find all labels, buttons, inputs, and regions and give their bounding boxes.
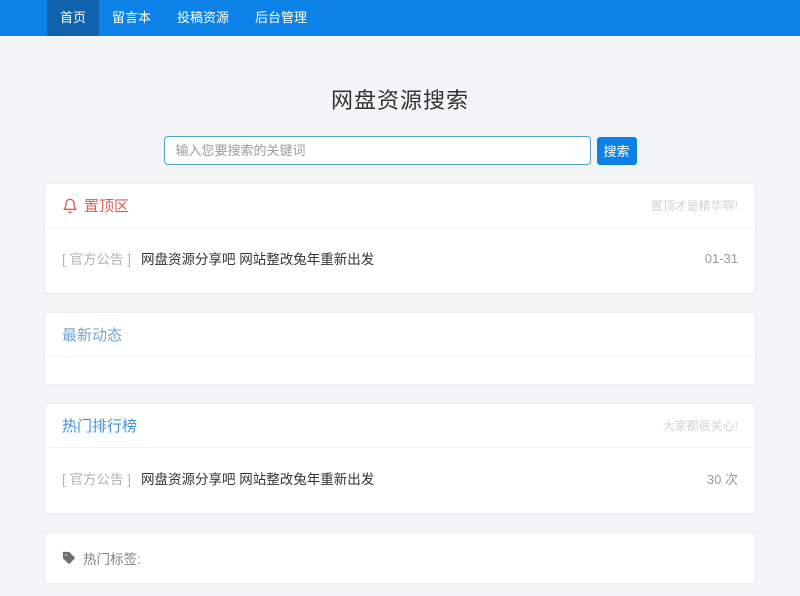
hot-tags-row: 热门标签: (45, 533, 755, 583)
hot-rank-card-title: 热门排行榜 (62, 415, 137, 436)
announcement-title[interactable]: 网盘资源分享吧 网站整改兔年重新出发 (141, 248, 705, 268)
bell-icon (62, 198, 78, 214)
latest-card-title: 最新动态 (62, 324, 122, 345)
hot-announcement-row[interactable]: [ 官方公告 ] 网盘资源分享吧 网站整改兔年重新出发 30 次 (45, 448, 755, 513)
nav-item-guestbook[interactable]: 留言本 (99, 0, 164, 36)
hot-rank-card-header: 热门排行榜 大家都很关心! (45, 404, 755, 448)
announcement-category: [ 官方公告 ] (62, 248, 131, 268)
announcement-category: [ 官方公告 ] (62, 468, 131, 488)
nav-item-home[interactable]: 首页 (47, 0, 99, 36)
announcement-date: 01-31 (705, 251, 738, 266)
announcement-view-count: 30 次 (707, 469, 738, 488)
nav-item-admin[interactable]: 后台管理 (242, 0, 320, 36)
navbar: 首页 留言本 投稿资源 后台管理 (0, 0, 800, 36)
announcement-title[interactable]: 网盘资源分享吧 网站整改兔年重新出发 (141, 468, 707, 488)
search-button[interactable]: 搜索 (597, 137, 637, 165)
hot-tags-label: 热门标签: (83, 548, 141, 568)
latest-card-empty-body (45, 357, 755, 384)
hot-rank-card-subtitle: 大家都很关心! (663, 417, 738, 434)
pinned-announcement-row[interactable]: [ 官方公告 ] 网盘资源分享吧 网站整改兔年重新出发 01-31 (45, 228, 755, 293)
pinned-card: 置顶区 置顶才是精华啊! [ 官方公告 ] 网盘资源分享吧 网站整改兔年重新出发… (44, 183, 756, 294)
hot-rank-card: 热门排行榜 大家都很关心! [ 官方公告 ] 网盘资源分享吧 网站整改兔年重新出… (44, 403, 756, 514)
pinned-card-title: 置顶区 (84, 195, 129, 216)
search-input[interactable] (164, 136, 591, 165)
main-content: 网盘资源搜索 搜索 置顶区 置顶才是精华啊! [ 官方公告 ] 网盘资源分享吧 … (44, 83, 756, 596)
tag-icon (62, 551, 76, 565)
search-bar: 搜索 (44, 136, 756, 165)
pinned-card-subtitle: 置顶才是精华啊! (651, 197, 738, 214)
hot-tags-card: 热门标签: (44, 532, 756, 584)
latest-card: 最新动态 (44, 312, 756, 385)
latest-card-header: 最新动态 (45, 313, 755, 357)
page-title: 网盘资源搜索 (44, 83, 756, 115)
pinned-card-header: 置顶区 置顶才是精华啊! (45, 184, 755, 228)
nav-item-submit-resource[interactable]: 投稿资源 (164, 0, 242, 36)
